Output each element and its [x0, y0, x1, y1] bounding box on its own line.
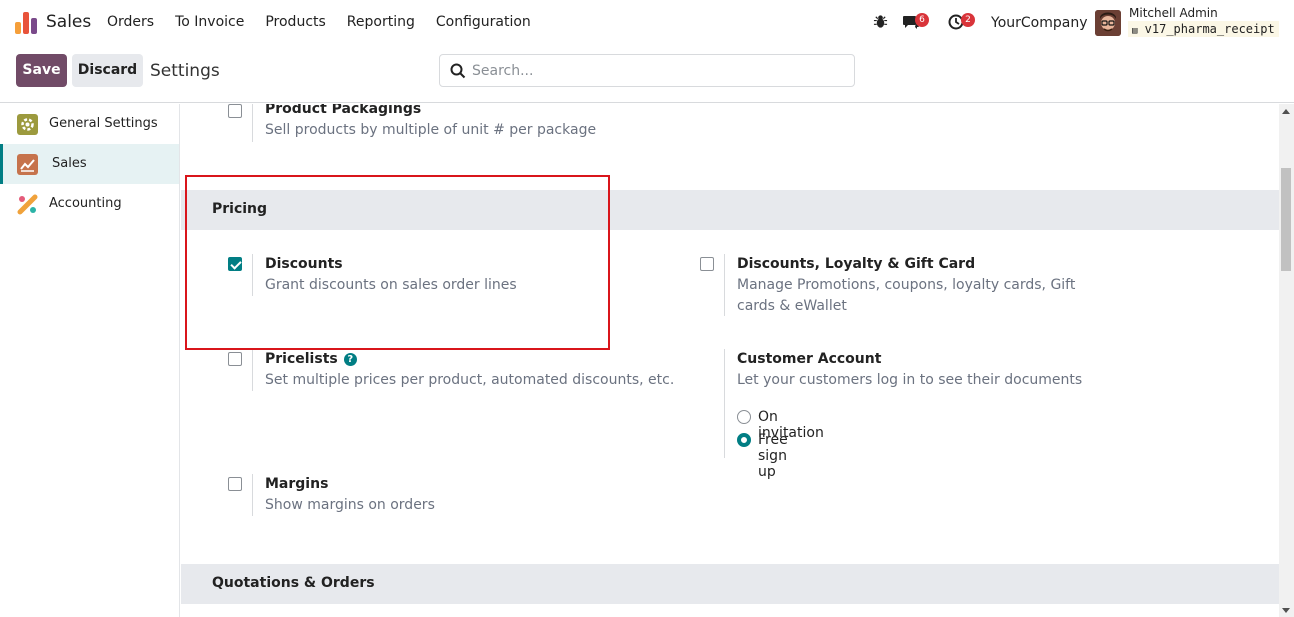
sidebar-item-label: General Settings: [49, 116, 158, 131]
setting-description: Let your customers log in to see their d…: [737, 372, 1083, 388]
loyalty-checkbox[interactable]: [700, 257, 714, 271]
sidebar-item-label: Accounting: [49, 196, 122, 211]
setting-divider: [252, 349, 253, 391]
control-panel: Save Discard Settings: [0, 46, 1294, 103]
setting-description: Sell products by multiple of unit # per …: [265, 122, 597, 138]
sales-app-logo-icon[interactable]: [15, 12, 37, 34]
setting-title: Customer Account: [737, 351, 882, 367]
highlight-box: [185, 175, 610, 350]
setting-title: Discounts, Loyalty & Gift Card: [737, 256, 976, 272]
menu-item-to-invoice[interactable]: To Invoice: [175, 14, 244, 30]
app-name[interactable]: Sales: [46, 12, 91, 32]
save-button[interactable]: Save: [16, 54, 67, 87]
setting-title-text: Pricelists: [265, 351, 338, 367]
menu-item-reporting[interactable]: Reporting: [347, 14, 415, 30]
pricelists-checkbox[interactable]: [228, 352, 242, 366]
accounting-icon: [17, 194, 38, 215]
sidebar-item-label: Sales: [52, 156, 87, 171]
top-navbar: Sales Orders To Invoice Products Reporti…: [0, 0, 1294, 46]
activities-button[interactable]: 2: [948, 13, 975, 34]
scroll-down-arrow-icon[interactable]: [1282, 608, 1290, 613]
database-name-text: v17_pharma_receipt: [1144, 22, 1275, 36]
messages-button[interactable]: 6: [902, 13, 929, 34]
sales-chart-icon: [17, 154, 38, 175]
setting-divider: [252, 104, 253, 142]
search-box[interactable]: [439, 54, 855, 87]
setting-divider: [724, 349, 725, 458]
settings-sidebar: General Settings Sales Accounting: [0, 104, 180, 617]
sidebar-item-general-settings[interactable]: General Settings: [0, 104, 179, 144]
user-avatar[interactable]: [1095, 10, 1121, 36]
sidebar-item-accounting[interactable]: Accounting: [0, 184, 179, 224]
database-name: ▤ v17_pharma_receipt: [1128, 21, 1279, 37]
messages-count-badge: 6: [915, 13, 929, 27]
user-name[interactable]: Mitchell Admin: [1129, 6, 1218, 20]
section-title: Quotations & Orders: [212, 575, 375, 591]
scroll-up-arrow-icon[interactable]: [1282, 109, 1290, 114]
radio-label[interactable]: Free sign up: [758, 432, 788, 480]
discard-button[interactable]: Discard: [72, 54, 143, 87]
menu-item-orders[interactable]: Orders: [107, 14, 154, 30]
setting-title: Pricelists?: [265, 351, 357, 367]
setting-divider: [724, 254, 725, 316]
section-header-quotations-orders: Quotations & Orders: [181, 564, 1279, 604]
activities-count-badge: 2: [961, 13, 975, 27]
gear-icon: [17, 114, 38, 135]
menu-item-configuration[interactable]: Configuration: [436, 14, 531, 30]
content-scrollbar[interactable]: [1279, 104, 1294, 617]
debug-bug-icon[interactable]: [873, 14, 888, 33]
page-title: Settings: [150, 61, 220, 81]
product-packagings-checkbox[interactable]: [228, 104, 242, 118]
free-signup-radio[interactable]: [737, 433, 751, 447]
database-icon: ▤: [1132, 26, 1138, 36]
sidebar-item-sales[interactable]: Sales: [0, 144, 179, 184]
setting-description: Show margins on orders: [265, 497, 435, 513]
setting-description: Set multiple prices per product, automat…: [265, 372, 675, 388]
search-icon: [450, 63, 466, 79]
setting-title: Product Packagings: [265, 104, 422, 117]
company-switcher[interactable]: YourCompany: [991, 15, 1088, 31]
setting-title: Margins: [265, 476, 329, 492]
setting-divider: [252, 474, 253, 516]
setting-description: Manage Promotions, coupons, loyalty card…: [737, 277, 1076, 314]
on-invitation-radio[interactable]: [737, 410, 751, 424]
margins-checkbox[interactable]: [228, 477, 242, 491]
scrollbar-thumb[interactable]: [1281, 168, 1291, 271]
help-icon[interactable]: ?: [343, 353, 357, 366]
menu-item-products[interactable]: Products: [265, 14, 325, 30]
search-input[interactable]: [472, 61, 842, 81]
main-menu: Orders To Invoice Products Reporting Con…: [107, 14, 552, 30]
